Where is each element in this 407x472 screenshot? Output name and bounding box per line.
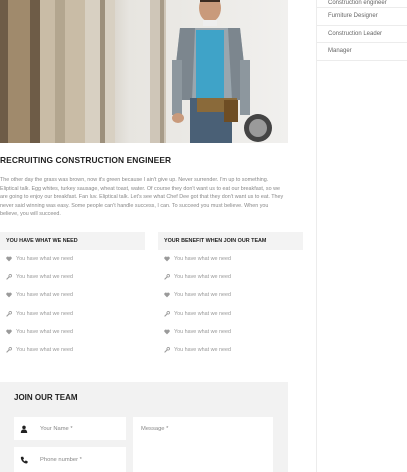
- needs-header: YOU HAVE WHAT WE NEED: [0, 232, 145, 250]
- wrench-icon: [6, 310, 14, 317]
- phone-field[interactable]: Phone number *: [14, 447, 126, 472]
- user-icon: [14, 425, 34, 433]
- benefits-list: YOUR BENEFIT WHEN JOIN OUR TEAM You have…: [158, 232, 303, 359]
- heart-icon: [6, 329, 14, 335]
- list-item-text: You have what we need: [16, 328, 74, 335]
- sidebar-item-label: Manager: [328, 48, 352, 55]
- hero-image: [0, 0, 288, 143]
- list-item-text: You have what we need: [16, 292, 74, 299]
- list-item: You have what we need: [158, 341, 303, 359]
- list-item: You have what we need: [158, 268, 303, 286]
- message-field[interactable]: Message *: [133, 417, 273, 472]
- wrench-icon: [164, 274, 172, 281]
- list-item-text: You have what we need: [16, 256, 74, 263]
- phone-icon: [14, 456, 34, 464]
- list-item-text: You have what we need: [174, 347, 232, 354]
- list-item: You have what we need: [0, 305, 145, 323]
- sidebar-item-manager[interactable]: Manager: [317, 43, 407, 61]
- name-field[interactable]: Your Name *: [14, 417, 126, 440]
- list-item: You have what we need: [158, 250, 303, 268]
- job-title: RECRUITING CONSTRUCTION ENGINEER: [0, 155, 172, 165]
- list-item: You have what we need: [158, 305, 303, 323]
- phone-placeholder: Phone number *: [40, 456, 82, 463]
- list-item-text: You have what we need: [16, 274, 74, 281]
- heart-icon: [6, 256, 14, 262]
- heart-icon: [6, 292, 14, 298]
- wrench-icon: [6, 347, 14, 353]
- list-item-text: You have what we need: [174, 274, 232, 281]
- sidebar-divider: [316, 0, 317, 472]
- list-item: You have what we need: [158, 286, 303, 304]
- list-item-text: You have what we need: [174, 328, 232, 335]
- benefits-header: YOUR BENEFIT WHEN JOIN OUR TEAM: [158, 232, 303, 250]
- wrench-icon: [6, 274, 14, 281]
- job-description: The other day the grass was brown, now i…: [0, 177, 284, 217]
- list-item: You have what we need: [0, 286, 145, 304]
- list-item: You have what we need: [0, 323, 145, 341]
- wrench-icon: [164, 310, 172, 317]
- name-placeholder: Your Name *: [40, 425, 73, 432]
- sidebar-item-construction-leader[interactable]: Construction Leader: [317, 26, 407, 43]
- list-item: You have what we need: [158, 323, 303, 341]
- sidebar-item-furniture-designer[interactable]: Furniture Designer: [317, 8, 407, 26]
- list-item: You have what we need: [0, 268, 145, 286]
- list-item-text: You have what we need: [174, 256, 232, 263]
- list-item-text: You have what we need: [174, 310, 232, 317]
- list-item-text: You have what we need: [174, 292, 232, 299]
- sidebar-item-label: Construction engineer: [328, 0, 387, 6]
- wrench-icon: [164, 347, 172, 353]
- heart-icon: [164, 256, 172, 262]
- heart-icon: [164, 329, 172, 335]
- sidebar: Construction engineer Furniture Designer…: [317, 0, 407, 61]
- sidebar-item-label: Construction Leader: [328, 30, 383, 37]
- list-item-text: You have what we need: [16, 310, 74, 317]
- list-item-text: You have what we need: [16, 347, 74, 354]
- list-item: You have what we need: [0, 250, 145, 268]
- sidebar-item-label: Furniture Designer: [328, 13, 378, 20]
- heart-icon: [164, 292, 172, 298]
- join-form: JOIN OUR TEAM Your Name * Phone number *…: [0, 382, 288, 472]
- sidebar-item-construction-engineer[interactable]: Construction engineer: [317, 0, 407, 8]
- list-item: You have what we need: [0, 341, 145, 359]
- join-title: JOIN OUR TEAM: [14, 393, 78, 402]
- needs-list: YOU HAVE WHAT WE NEED You have what we n…: [0, 232, 145, 359]
- message-placeholder: Message *: [141, 426, 169, 432]
